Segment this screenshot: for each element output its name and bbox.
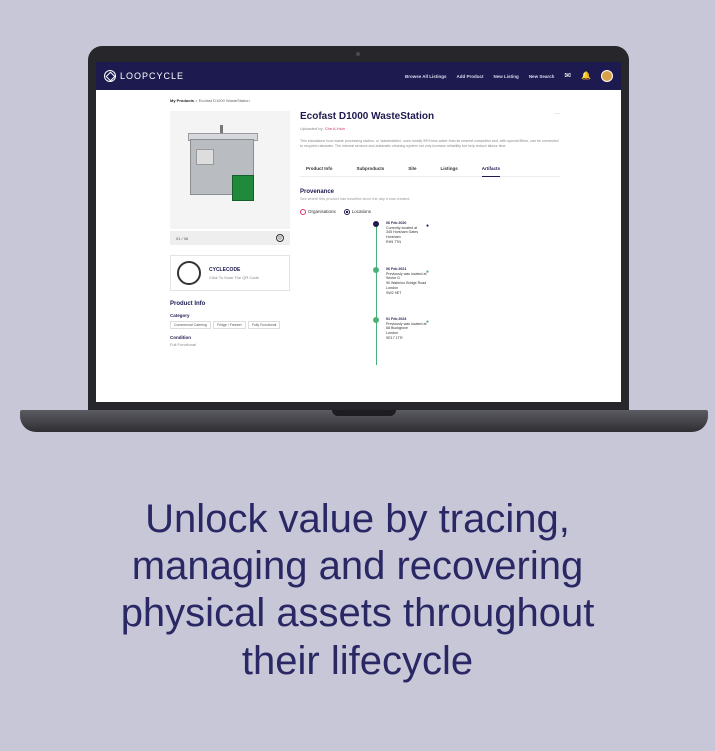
location-pin-icon: ●: [426, 268, 430, 275]
headline-line: their lifecycle: [241, 638, 474, 683]
cyclecode-subtitle: Click To Scan The QR Code: [209, 274, 259, 280]
timeline-dot-icon: [373, 266, 379, 273]
nav-new-listing[interactable]: New Listing: [494, 74, 519, 79]
loopcycle-logo-icon: [104, 70, 116, 82]
main-content: My Products > Ecofast D1000 WasteStation…: [170, 98, 560, 365]
category-chips: Commercial Catering Fridge / Freezer Ful…: [170, 321, 290, 329]
event-address-line: SE17 1TR: [386, 336, 403, 341]
radio-selected-icon: [343, 208, 350, 215]
headline-line: managing and recovering: [131, 544, 584, 589]
location-pin-icon: ●: [426, 222, 430, 229]
tab-listings[interactable]: Listings: [441, 166, 458, 171]
tab-product-info[interactable]: Product Info: [306, 166, 333, 171]
uploaded-by: Uploaded by: Che A-Hsin: [300, 126, 560, 131]
breadcrumb: My Products > Ecofast D1000 WasteStation: [170, 98, 560, 103]
category-label: Category: [170, 313, 190, 318]
nav-browse-all-listings[interactable]: Browse All Listings: [405, 74, 447, 79]
wastestation-illustration: [188, 125, 262, 205]
provenance-heading: Provenance: [300, 188, 335, 195]
tab-subproducts[interactable]: Subproducts: [357, 166, 385, 171]
toggle-organisations[interactable]: Organisations: [300, 208, 336, 215]
timeline-dot-icon: [373, 316, 379, 323]
uploader-name[interactable]: Che A-Hsin: [325, 126, 345, 131]
nav-new-search[interactable]: New Search: [529, 74, 555, 79]
camera: [356, 52, 360, 56]
headline-line: physical assets throughout: [120, 591, 595, 636]
left-column: 01 / 06 ◎ CYCLECODE Click To Scan The QR…: [170, 111, 290, 361]
timeline-dot-icon: [373, 220, 379, 227]
provenance-timeline: ● 06 Feb 2020 Currently located at 345 H…: [373, 220, 560, 365]
laptop-base: [20, 410, 708, 432]
location-pin-icon: ●: [426, 318, 430, 325]
brand-logo[interactable]: LOOPCYCLE: [104, 70, 184, 82]
timeline-event[interactable]: ● 01 Feb 2023 Previously was located at …: [373, 316, 430, 341]
tab-site[interactable]: Site: [408, 166, 416, 171]
cyclecode-card[interactable]: CYCLECODE Click To Scan The QR Code: [170, 255, 290, 291]
more-options-icon[interactable]: ···: [554, 111, 560, 117]
product-info-heading: Product Info: [170, 301, 206, 307]
scan-icon[interactable]: ◎: [276, 234, 284, 242]
condition-value: Full Functional: [170, 342, 197, 347]
breadcrumb-current: Ecofast D1000 WasteStation: [198, 98, 250, 103]
category-chip: Fridge / Freezer: [212, 321, 246, 329]
condition-label: Condition: [170, 335, 191, 340]
breadcrumb-root[interactable]: My Products: [170, 98, 194, 103]
laptop-lid: LOOPCYCLE Browse All Listings Add Produc…: [88, 46, 629, 414]
tab-artifacts[interactable]: Artifacts: [481, 166, 501, 177]
headline-line: Unlock value by tracing,: [145, 497, 570, 541]
mail-icon[interactable]: ✉: [564, 72, 571, 80]
toggle-locations[interactable]: Locations: [343, 208, 371, 215]
bell-icon[interactable]: 🔔: [581, 72, 591, 80]
event-address-line: SW2 9ET: [386, 291, 402, 295]
cyclecode-title: CYCLECODE: [209, 266, 241, 273]
product-description: This standalone food waste processing st…: [300, 139, 559, 149]
radio-icon: [300, 208, 306, 215]
provenance-subtitle: See where this product has travelled sin…: [300, 196, 411, 201]
marketing-headline: Unlock value by tracing, managing and re…: [0, 496, 715, 685]
uploaded-by-label: Uploaded by:: [300, 126, 324, 131]
laptop-notch: [332, 410, 396, 416]
top-nav: LOOPCYCLE Browse All Listings Add Produc…: [96, 62, 621, 90]
product-image[interactable]: [170, 111, 290, 229]
timeline-event[interactable]: ● 06 Feb 2020 Currently located at 345 H…: [373, 220, 429, 245]
category-chip: Fully Functional: [247, 321, 281, 329]
brand-name: LOOPCYCLE: [120, 71, 185, 81]
right-column: ··· Ecofast D1000 WasteStation Uploaded …: [300, 111, 560, 365]
image-counter: 01 / 06: [176, 235, 189, 241]
nav-add-product[interactable]: Add Product: [457, 74, 484, 79]
category-chip: Commercial Catering: [170, 321, 211, 329]
event-address-line: RH5 7TN: [386, 240, 401, 245]
tab-bar: Product Info Subproducts Site Listings A…: [300, 166, 560, 177]
provenance-toggle: Organisations Locations: [300, 208, 560, 215]
breadcrumb-separator: >: [195, 98, 198, 103]
gallery-bar: 01 / 06 ◎: [170, 231, 290, 245]
product-title: Ecofast D1000 WasteStation: [300, 111, 435, 122]
timeline-event[interactable]: ● 06 Feb 2021 Previously was located at …: [373, 266, 430, 296]
qr-code-icon: [177, 261, 201, 285]
laptop-screen: LOOPCYCLE Browse All Listings Add Produc…: [96, 62, 621, 402]
avatar[interactable]: [601, 70, 613, 82]
